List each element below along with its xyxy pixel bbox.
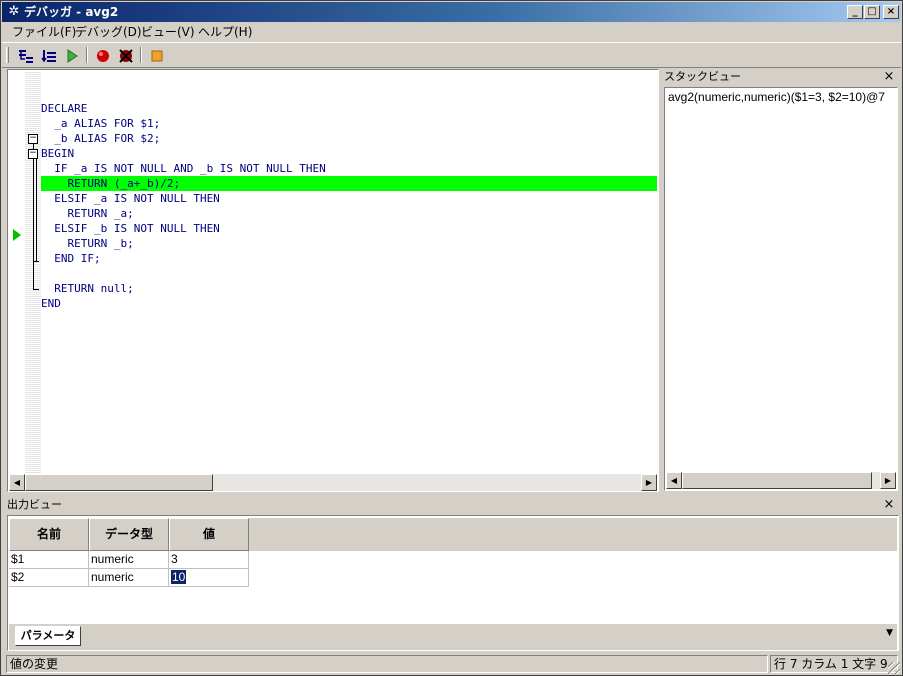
bug-icon: ✲ <box>8 4 20 19</box>
window-title: デバッガ - avg2 <box>24 5 119 19</box>
param-value-cell[interactable]: 10 <box>169 569 249 587</box>
status-position: 行 7 カラム 1 文字 9 <box>770 655 898 673</box>
param-type-cell[interactable]: numeric <box>89 569 169 587</box>
toolbar-grip[interactable] <box>6 47 9 63</box>
breakpoint-icon[interactable] <box>93 46 113 65</box>
code-line: END IF; <box>41 252 101 265</box>
menu-help[interactable]: ヘルプ(H) <box>196 24 254 40</box>
current-code-line: RETURN (_a+_b)/2; <box>41 176 657 191</box>
code-line: RETURN null; <box>41 282 134 295</box>
fold-collapse-icon[interactable]: − <box>28 149 38 159</box>
param-name-cell[interactable]: $1 <box>9 551 89 569</box>
code-line: _a ALIAS FOR $1; <box>41 117 161 130</box>
scroll-left-icon[interactable]: ◀ <box>666 472 682 489</box>
column-header-name[interactable]: 名前 <box>9 518 89 551</box>
code-line: END <box>41 297 61 310</box>
code-line: BEGIN <box>41 147 75 160</box>
minimize-button[interactable]: _ <box>847 5 863 19</box>
scroll-right-icon[interactable]: ▶ <box>641 474 657 491</box>
step-into-icon[interactable] <box>16 46 36 65</box>
fold-end-mark <box>33 289 39 290</box>
param-name-cell[interactable]: $2 <box>9 569 89 587</box>
maximize-button[interactable]: □ <box>864 5 880 19</box>
stack-frame[interactable]: avg2(numeric,numeric)($1=3, $2=10)@7 <box>668 90 885 104</box>
close-icon[interactable]: × <box>882 70 896 84</box>
menu-view[interactable]: ビュー(V) <box>139 24 197 40</box>
code-line: RETURN _b; <box>41 237 134 250</box>
fold-line <box>33 144 34 289</box>
scroll-thumb[interactable] <box>682 472 872 489</box>
fold-line <box>36 159 37 262</box>
code-text[interactable]: DECLARE _a ALIAS FOR $1; _b ALIAS FOR $2… <box>41 86 657 311</box>
debugger-window: ✲ デバッガ - avg2 _ □ × ファイル(F) デバッグ(D) ビュー(… <box>0 0 903 676</box>
code-line: RETURN _a; <box>41 207 134 220</box>
tab-dropdown-icon[interactable]: ▼ <box>886 628 893 638</box>
scroll-thumb[interactable] <box>25 474 213 491</box>
code-editor[interactable]: − − DECLARE _a ALIAS FOR $1; _b ALIAS FO… <box>7 69 659 492</box>
menu-file[interactable]: ファイル(F) <box>10 24 78 40</box>
stack-view-title: スタックビュー <box>664 70 741 83</box>
stack-hscrollbar[interactable]: ◀ ▶ <box>666 472 896 489</box>
param-type-cell[interactable]: numeric <box>89 551 169 569</box>
current-line-arrow-icon <box>13 229 21 241</box>
output-tab-bar: パラメータ ▼ <box>9 624 897 650</box>
toolbar-separator <box>140 47 142 63</box>
param-value-cell[interactable]: 3 <box>169 551 249 569</box>
close-icon[interactable]: × <box>882 498 896 512</box>
menu-debug[interactable]: デバッグ(D) <box>73 24 144 40</box>
resize-grip-icon[interactable] <box>888 662 900 674</box>
toolbar <box>2 42 901 68</box>
continue-icon[interactable] <box>62 46 82 65</box>
fold-collapse-icon[interactable]: − <box>28 134 38 144</box>
editor-hscrollbar[interactable]: ◀ ▶ <box>9 474 657 491</box>
tab-parameters[interactable]: パラメータ <box>15 626 81 646</box>
scroll-right-icon[interactable]: ▶ <box>880 472 896 489</box>
status-bar: 値の変更 行 7 カラム 1 文字 9 <box>2 653 901 675</box>
column-header-value[interactable]: 値 <box>169 518 249 551</box>
code-line: DECLARE <box>41 102 88 115</box>
fold-end-mark <box>33 261 39 262</box>
column-header-type[interactable]: データ型 <box>89 518 169 551</box>
step-over-icon[interactable] <box>39 46 59 65</box>
editor-gutter[interactable]: − − <box>9 71 41 473</box>
selected-value[interactable]: 10 <box>171 570 187 584</box>
clear-breakpoints-icon[interactable] <box>116 46 136 65</box>
code-line: ELSIF _a IS NOT NULL THEN <box>41 192 220 205</box>
output-view: 名前 データ型 値 $1 numeric 3 $2 numeric 10 パラメ… <box>7 515 899 651</box>
scroll-left-icon[interactable]: ◀ <box>9 474 25 491</box>
menu-bar: ファイル(F) デバッグ(D) ビュー(V) ヘルプ(H) <box>2 22 901 42</box>
close-button[interactable]: × <box>883 5 899 19</box>
toolbar-separator <box>86 47 88 63</box>
code-line: _b ALIAS FOR $2; <box>41 132 161 145</box>
code-line: IF _a IS NOT NULL AND _b IS NOT NULL THE… <box>41 162 326 175</box>
stack-view: スタックビュー × avg2(numeric,numeric)($1=3, $2… <box>662 69 900 493</box>
title-bar[interactable]: ✲ デバッガ - avg2 _ □ × <box>2 2 901 22</box>
stop-icon[interactable] <box>147 46 167 65</box>
output-view-title: 出力ビュー <box>7 498 62 511</box>
stack-list[interactable]: avg2(numeric,numeric)($1=3, $2=10)@7 ◀ ▶ <box>664 87 898 491</box>
code-line: ELSIF _b IS NOT NULL THEN <box>41 222 220 235</box>
status-message: 値の変更 <box>6 655 768 673</box>
